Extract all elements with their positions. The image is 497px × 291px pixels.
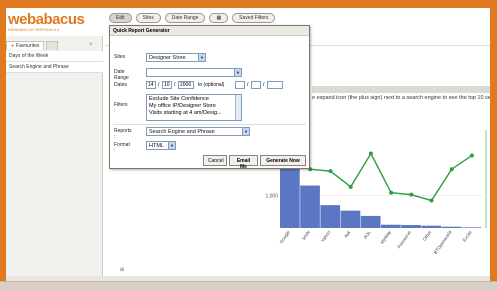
line-point <box>469 153 474 158</box>
end-year-input[interactable] <box>267 81 283 89</box>
date-separator: / <box>247 82 249 88</box>
taskbar <box>0 281 497 291</box>
end-month-input[interactable] <box>251 81 261 89</box>
date-year-input[interactable]: 2006 <box>178 81 194 89</box>
bar <box>280 161 300 228</box>
saved-filters-button[interactable]: Saved Filters <box>232 13 276 23</box>
format-value: HTML <box>149 143 164 149</box>
sites-select[interactable]: Designer Store ▼ <box>146 53 206 62</box>
line-point <box>409 192 414 197</box>
x-tick-label: Google <box>278 229 291 244</box>
filters-listbox[interactable]: Exclude Site Confidence My office IP/Des… <box>146 94 242 121</box>
format-select[interactable]: HTML ▼ <box>146 141 176 150</box>
hint-text: e expand icon (the plus sign) next to a … <box>312 95 490 101</box>
bar <box>381 224 401 228</box>
y-tick-label: 1,000 <box>265 193 278 199</box>
x-tick-label: AOL <box>362 229 372 240</box>
window-frame-top <box>0 0 497 8</box>
bar <box>360 215 381 228</box>
tab-favourites[interactable]: ● Favourites <box>6 41 45 50</box>
chevron-down-icon: ▼ <box>198 54 205 61</box>
listbox-scrollbar[interactable] <box>235 95 241 120</box>
bar <box>320 205 341 228</box>
divider <box>113 124 306 125</box>
close-icon[interactable]: × <box>89 42 93 48</box>
x-tick-label: Other <box>422 229 433 241</box>
date-day-input[interactable]: 14 <box>146 81 156 89</box>
grid-icon[interactable]: ⊞ <box>120 267 124 273</box>
dialog-title: Quick Report Generator <box>110 26 309 36</box>
to-optional-label: to (optional) <box>198 82 225 88</box>
line-point <box>429 198 434 203</box>
reports-value: Search Engine and Phrase <box>149 129 215 135</box>
filter-item[interactable]: Visits starting at 4 am/Desig... <box>149 110 239 117</box>
bar <box>300 185 320 228</box>
grid-button[interactable]: ▦ <box>209 13 229 23</box>
chevron-down-icon: ▼ <box>234 69 241 76</box>
chevron-down-icon: ▼ <box>168 142 175 149</box>
filter-item[interactable]: Exclude Site Confidence <box>149 96 239 103</box>
line-point <box>328 169 333 174</box>
bar <box>421 225 442 228</box>
x-tick-label: Yahoo <box>320 229 332 243</box>
filters-label: Filters : <box>114 102 128 114</box>
x-tick-label: Freeserve <box>396 229 412 249</box>
generate-now-button[interactable]: Generate Now <box>260 155 306 166</box>
date-range-button[interactable]: Date Range <box>164 13 206 23</box>
sidebar-item-search-engine[interactable]: Search Engine and Phrase <box>6 62 103 73</box>
line-point <box>368 151 373 156</box>
format-label: Format : <box>114 142 130 154</box>
chevron-down-icon: ▼ <box>242 128 249 135</box>
x-tick-label: Ask <box>343 229 352 239</box>
logo: webabacus <box>8 11 85 28</box>
line-point <box>449 167 454 172</box>
tab-secondary[interactable] <box>46 41 59 50</box>
tab-label: Favourites <box>16 43 40 49</box>
cancel-button[interactable]: Cancel <box>203 155 227 166</box>
toolbar: Edit Sites Date Range ▦ Saved Filters <box>109 13 276 24</box>
bar <box>461 227 482 228</box>
end-day-input[interactable] <box>235 81 245 89</box>
date-range-select[interactable]: ▼ <box>146 68 242 77</box>
x-tick-label: BTOpenworld <box>433 229 453 255</box>
report-header-bar <box>312 86 490 93</box>
quick-report-dialog: Quick Report Generator Sites Designer St… <box>109 25 310 170</box>
sites-button[interactable]: Sites <box>135 13 161 23</box>
tab-dot-icon: ● <box>11 43 15 49</box>
reports-select[interactable]: Search Engine and Phrase ▼ <box>146 127 250 136</box>
date-separator: / <box>174 82 176 88</box>
bar <box>401 225 421 228</box>
edit-button[interactable]: Edit <box>109 13 132 23</box>
dates-label: Dates <box>114 82 128 88</box>
version-label: WEBABACUS VERSION 6.0 <box>8 27 60 32</box>
date-month-input[interactable]: 10 <box>162 81 172 89</box>
date-separator: / <box>263 82 265 88</box>
x-tick-label: Excite <box>462 229 473 242</box>
x-tick-label: MyWay <box>379 229 392 245</box>
filter-item[interactable]: My office IP/Designer Store <box>149 103 239 110</box>
sites-value: Designer Store <box>149 55 186 61</box>
email-me-button[interactable]: Email Me <box>229 155 258 170</box>
sidebar-list: Days of the Week Search Engine and Phras… <box>6 51 103 73</box>
date-separator: / <box>158 82 160 88</box>
sidebar-item-days-of-week[interactable]: Days of the Week <box>6 51 103 62</box>
bar <box>340 210 361 228</box>
line-point <box>348 184 353 189</box>
sidebar-tabs: ● Favourites <box>6 41 59 50</box>
reports-label: Reports : <box>114 128 132 140</box>
line-point <box>389 190 394 195</box>
bar <box>441 226 462 228</box>
x-tick-label: MSN <box>301 230 311 241</box>
sites-label: Sites <box>114 54 126 60</box>
